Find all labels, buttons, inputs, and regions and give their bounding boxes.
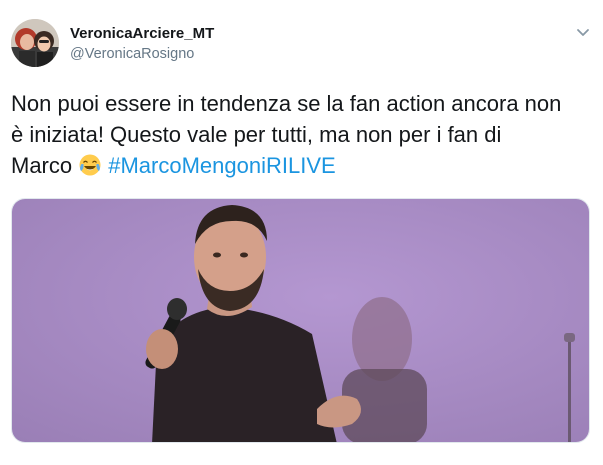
avatar-photo <box>11 19 59 67</box>
singer-photo <box>12 199 589 442</box>
hashtag-link[interactable]: #MarcoMengoniRILIVE <box>108 153 335 178</box>
display-name[interactable]: VeronicaArciere_MT <box>70 25 214 42</box>
tweet-line-2: è iniziata! Questo vale per tutti, ma no… <box>11 122 502 147</box>
tweet-line-1: Non puoi essere in tendenza se la fan ac… <box>11 91 562 116</box>
tweet-card: VeronicaArciere_MT @VeronicaRosigno Non … <box>0 0 603 465</box>
user-avatar[interactable] <box>11 19 59 67</box>
chevron-down-icon[interactable] <box>574 26 592 40</box>
user-handle[interactable]: @VeronicaRosigno <box>70 46 194 62</box>
tears-of-joy-emoji-icon <box>78 153 102 177</box>
tweet-line-3: Marco #MarcoMengoniRILIVE <box>11 150 596 181</box>
tweet-media-photo[interactable] <box>11 198 590 443</box>
tweet-text: Non puoi essere in tendenza se la fan ac… <box>11 88 596 181</box>
tweet-line-3-text: Marco <box>11 153 73 178</box>
